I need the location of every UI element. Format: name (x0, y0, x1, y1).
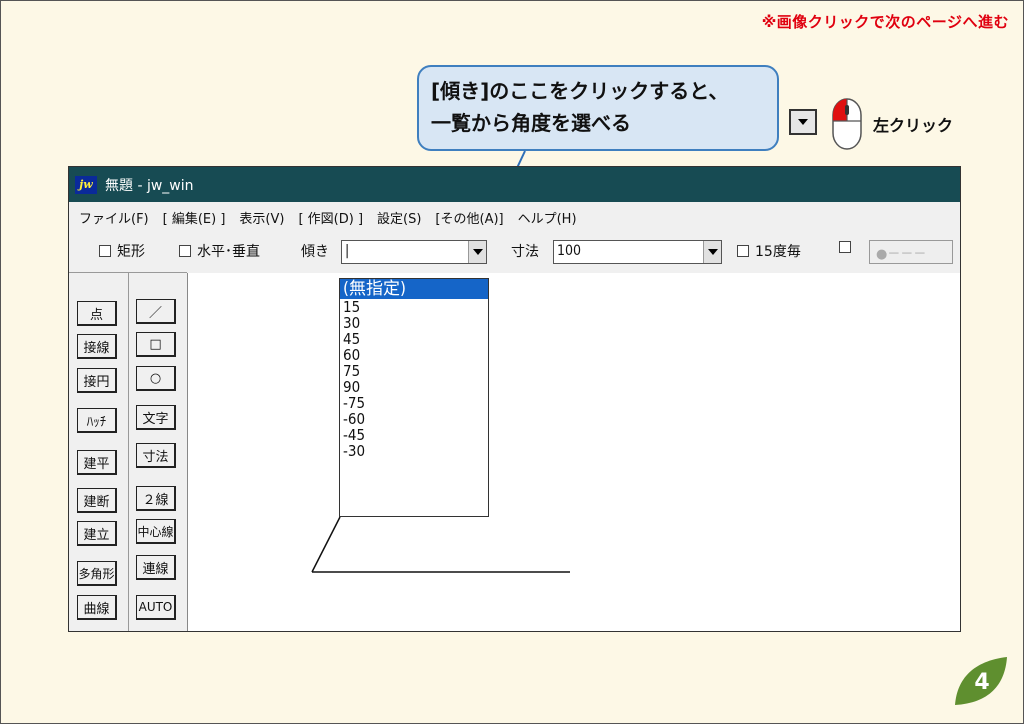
dim-combo[interactable]: 100 (553, 240, 722, 264)
horiz-vert-label: 水平･垂直 (197, 244, 260, 260)
tilt-option[interactable]: 30 (340, 315, 488, 331)
mouse-left-click-icon (832, 98, 862, 150)
tilt-label: 傾き (301, 244, 329, 260)
tool-hatch[interactable]: ﾊｯﾁ (77, 408, 117, 433)
rect-option[interactable]: 矩形 (99, 241, 145, 261)
callout-bubble: [傾き]のここをクリックすると、 一覧から角度を選べる (417, 65, 779, 151)
window-title: 無題 - jw_win (105, 177, 194, 194)
deg15-option[interactable]: 15度毎 (737, 241, 801, 261)
rect-checkbox[interactable] (99, 245, 111, 257)
tilt-option[interactable]: 45 (340, 331, 488, 347)
menu-view[interactable]: 表示(V) (239, 208, 284, 227)
tool-line[interactable]: ／ (136, 299, 176, 324)
tilt-combo[interactable]: | (341, 240, 487, 264)
chevron-down-icon (707, 249, 718, 255)
tool-double-line[interactable]: ２線 (136, 486, 176, 511)
tool-elevation[interactable]: 建立 (77, 521, 117, 546)
control-bar: 矩形 水平･垂直 傾き | 寸法 100 15度毎 ●－－－ (69, 232, 960, 272)
tilt-option[interactable]: 75 (340, 363, 488, 379)
tool-plan[interactable]: 建平 (77, 450, 117, 475)
tilt-option[interactable]: -30 (340, 443, 488, 459)
tool-point[interactable]: 点 (77, 301, 117, 326)
deg15-checkbox[interactable] (737, 245, 749, 257)
tilt-option[interactable]: -75 (340, 395, 488, 411)
tilt-option-none[interactable]: (無指定) (340, 279, 488, 299)
page-number: 4 (974, 670, 989, 695)
tool-auto[interactable]: AUTO (136, 595, 176, 620)
dim-label: 寸法 (511, 244, 539, 260)
callout-line-1: [傾き]のここをクリックすると、 (431, 79, 729, 103)
tool-dimension[interactable]: 寸法 (136, 443, 176, 468)
menu-settings[interactable]: 設定(S) (377, 208, 421, 227)
rect-label: 矩形 (117, 244, 145, 260)
tool-text[interactable]: 文字 (136, 405, 176, 430)
deg15-label: 15度毎 (755, 244, 801, 260)
jw-win-window: jw 無題 - jw_win ファイル(F) [ 編集(E) ] 表示(V) [… (68, 166, 961, 632)
tilt-option[interactable]: 60 (340, 347, 488, 363)
menu-edit[interactable]: [ 編集(E) ] (163, 208, 226, 227)
tilt-option[interactable]: -45 (340, 427, 488, 443)
dropdown-arrow-icon (789, 109, 817, 135)
tilt-dropdown-button[interactable] (468, 241, 486, 263)
palette-divider (128, 272, 129, 631)
pen-style-button[interactable]: ●－－－ (869, 240, 953, 264)
drawn-lines (311, 516, 570, 573)
tool-tangent-circle[interactable]: 接円 (77, 368, 117, 393)
dim-value: 100 (557, 243, 582, 259)
tutorial-slide[interactable]: ※画像クリックで次のページへ進む [傾き]のここをクリックすると、 一覧から角度… (0, 0, 1024, 724)
tool-continuous-line[interactable]: 連線 (136, 555, 176, 580)
horiz-vert-checkbox[interactable] (179, 245, 191, 257)
menu-help[interactable]: ヘルプ(H) (518, 208, 577, 227)
dim-dropdown-button[interactable] (703, 241, 721, 263)
left-click-label: 左クリック (873, 116, 954, 135)
menu-file[interactable]: ファイル(F) (79, 208, 149, 227)
horiz-vert-option[interactable]: 水平･垂直 (179, 241, 260, 261)
pen-checkbox-wrap[interactable] (839, 241, 857, 253)
tilt-option[interactable]: 15 (340, 299, 488, 315)
page-number-badge: 4 (955, 657, 1007, 705)
tilt-option[interactable]: 90 (340, 379, 488, 395)
tilt-option[interactable]: -60 (340, 411, 488, 427)
chevron-down-icon (472, 249, 483, 255)
menu-bar: ファイル(F) [ 編集(E) ] 表示(V) [ 作図(D) ] 設定(S) … (69, 202, 960, 232)
tool-tangent[interactable]: 接線 (77, 334, 117, 359)
tool-centerline[interactable]: 中心線 (136, 519, 176, 544)
title-bar: jw 無題 - jw_win (69, 167, 960, 202)
tool-circle[interactable]: ○ (136, 366, 176, 391)
tool-section[interactable]: 建断 (77, 488, 117, 513)
callout-line-2: 一覧から角度を選べる (431, 111, 631, 135)
tilt-value: | (345, 243, 350, 259)
menu-draw[interactable]: [ 作図(D) ] (298, 208, 363, 227)
tool-curve[interactable]: 曲線 (77, 595, 117, 620)
tilt-dropdown-list: (無指定) 15 30 45 60 75 90 -75 -60 -45 -30 (339, 278, 489, 517)
pen-checkbox[interactable] (839, 241, 851, 253)
next-page-hint: ※画像クリックで次のページへ進む (761, 13, 1009, 31)
menu-other[interactable]: [その他(A)] (435, 208, 503, 227)
tool-polygon[interactable]: 多角形 (77, 561, 117, 586)
tool-rectangle[interactable]: □ (136, 332, 176, 357)
jw-logo-icon: jw (75, 175, 97, 194)
drawing-canvas[interactable] (187, 273, 960, 631)
